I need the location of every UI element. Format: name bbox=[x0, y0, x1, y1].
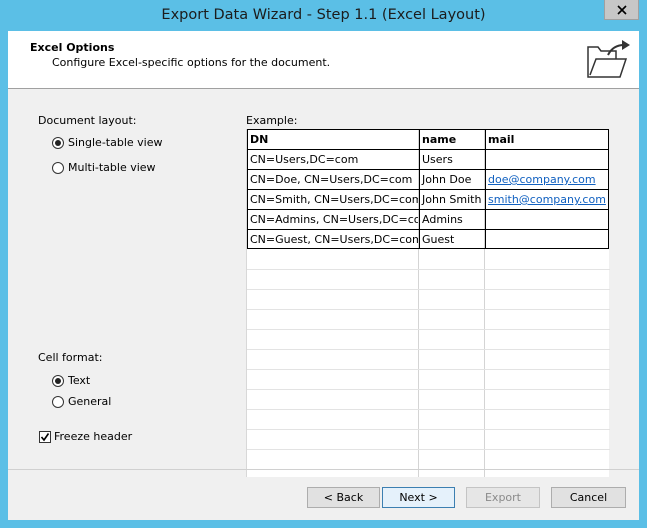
radio-button[interactable] bbox=[52, 161, 64, 174]
grid-row-line bbox=[247, 349, 610, 350]
header-panel: Excel Options Configure Excel-specific o… bbox=[8, 31, 639, 89]
export-button[interactable]: Export bbox=[466, 487, 540, 508]
checkbox-label: Freeze header bbox=[54, 430, 133, 443]
table-cell: CN=Users,DC=com bbox=[250, 153, 359, 166]
table-cell: Users bbox=[422, 153, 453, 166]
table-cell bbox=[486, 230, 608, 250]
footer-divider bbox=[8, 469, 639, 470]
radio-label: General bbox=[68, 395, 112, 408]
radio-button[interactable] bbox=[52, 136, 64, 149]
radio-multi-table[interactable]: Multi-table view bbox=[52, 161, 156, 174]
table-cell: CN=Smith, CN=Users,DC=com bbox=[250, 193, 418, 206]
radio-selected-dot bbox=[55, 139, 61, 146]
radio-label: Multi-table view bbox=[68, 161, 156, 174]
grid-row-line bbox=[247, 449, 610, 450]
window-title: Export Data Wizard - Step 1.1 (Excel Lay… bbox=[161, 7, 486, 23]
wizard-body: Excel Options Configure Excel-specific o… bbox=[8, 31, 639, 520]
close-button[interactable] bbox=[604, 0, 639, 20]
table-cell: CN=Doe, CN=Users,DC=com bbox=[250, 173, 413, 186]
table-cell: John Doe bbox=[422, 173, 472, 186]
grid-row-line bbox=[247, 329, 610, 330]
grid-row-line bbox=[247, 289, 610, 290]
grid-row-line bbox=[247, 369, 610, 370]
header-subtitle: Configure Excel-specific options for the… bbox=[52, 56, 331, 69]
radio-button[interactable] bbox=[52, 374, 64, 387]
table-cell: CN=Guest, CN=Users,DC=com bbox=[250, 233, 418, 246]
wizard-window: Export Data Wizard - Step 1.1 (Excel Lay… bbox=[0, 0, 647, 528]
column-header-name: name bbox=[422, 133, 457, 146]
table-cell: John Smith bbox=[422, 193, 482, 206]
document-layout-label: Document layout: bbox=[38, 114, 137, 127]
radio-button[interactable] bbox=[52, 395, 64, 408]
column-header-mail: mail bbox=[488, 133, 515, 146]
example-grid: DN name mail CN=Users,DC=com Users CN=Do… bbox=[246, 129, 610, 477]
grid-row-line bbox=[247, 269, 610, 270]
checkbox-box[interactable] bbox=[39, 430, 51, 443]
table-cell: Admins bbox=[422, 213, 463, 226]
header-title: Excel Options bbox=[30, 41, 115, 54]
next-button[interactable]: Next > bbox=[382, 487, 455, 508]
close-icon bbox=[616, 4, 627, 15]
radio-general-format[interactable]: General bbox=[52, 395, 111, 408]
radio-selected-dot bbox=[55, 377, 61, 384]
back-button[interactable]: < Back bbox=[307, 487, 380, 508]
title-bar[interactable]: Export Data Wizard - Step 1.1 (Excel Lay… bbox=[0, 0, 647, 31]
cell-format-label: Cell format: bbox=[38, 351, 103, 364]
cancel-button[interactable]: Cancel bbox=[551, 487, 626, 508]
grid-row-line bbox=[247, 409, 610, 410]
radio-single-table[interactable]: Single-table view bbox=[52, 136, 162, 149]
example-table: DN name mail CN=Users,DC=com Users CN=Do… bbox=[247, 129, 609, 249]
table-cell bbox=[486, 210, 608, 230]
column-header-dn: DN bbox=[250, 133, 269, 146]
radio-label: Single-table view bbox=[68, 136, 163, 149]
table-cell: CN=Admins, CN=Users,DC=com bbox=[250, 213, 418, 226]
freeze-header-checkbox[interactable]: Freeze header bbox=[39, 430, 132, 443]
table-cell: Guest bbox=[422, 233, 455, 246]
grid-row-line bbox=[247, 429, 610, 430]
checkmark-icon bbox=[40, 432, 50, 441]
radio-label: Text bbox=[68, 374, 91, 387]
folder-export-icon bbox=[587, 40, 630, 78]
example-label: Example: bbox=[246, 114, 298, 127]
mail-link[interactable]: doe@company.com bbox=[486, 170, 608, 190]
table-cell bbox=[486, 150, 608, 170]
radio-text-format[interactable]: Text bbox=[52, 374, 90, 387]
grid-row-line bbox=[247, 389, 610, 390]
grid-row-line bbox=[247, 309, 610, 310]
mail-link[interactable]: smith@company.com bbox=[486, 190, 608, 210]
